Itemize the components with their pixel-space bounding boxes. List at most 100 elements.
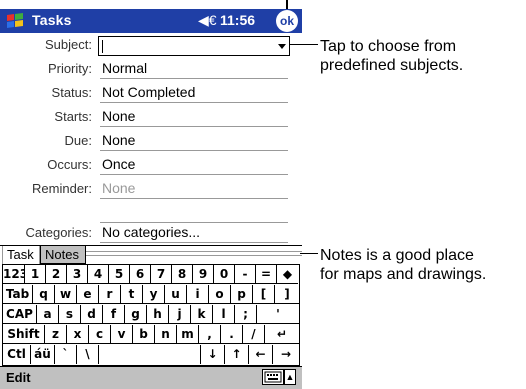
- subject-callout: Tap to choose from predefined subjects.: [320, 37, 463, 75]
- keyboard-row-4: Shift z x c v b n m , . / ↵: [3, 325, 299, 345]
- key-x[interactable]: x: [67, 325, 89, 344]
- status-row[interactable]: Status: Not Completed: [0, 82, 302, 104]
- key-w[interactable]: w: [55, 285, 77, 304]
- tab-divider: [86, 251, 302, 252]
- arrow-up-icon[interactable]: ↑: [225, 345, 249, 364]
- status-value[interactable]: Not Completed: [102, 84, 195, 100]
- key-apostrophe[interactable]: ': [257, 305, 299, 324]
- key-international[interactable]: áü: [31, 345, 55, 364]
- edit-menu[interactable]: Edit: [6, 370, 31, 385]
- key-tab[interactable]: Tab: [3, 285, 33, 304]
- ok-button[interactable]: ok: [276, 10, 298, 32]
- subject-callout-line-1: Tap to choose from: [320, 38, 457, 55]
- key-j[interactable]: j: [169, 305, 191, 324]
- key-l[interactable]: l: [213, 305, 235, 324]
- occurs-row[interactable]: Occurs: Once: [0, 154, 302, 176]
- key-123[interactable]: 123: [3, 265, 25, 284]
- arrow-right-icon[interactable]: →: [273, 345, 299, 364]
- starts-value[interactable]: None: [102, 108, 135, 124]
- subject-row: Subject:: [0, 34, 302, 56]
- key-g[interactable]: g: [125, 305, 147, 324]
- starts-row[interactable]: Starts: None: [0, 106, 302, 128]
- key-t[interactable]: t: [121, 285, 143, 304]
- backspace-icon[interactable]: ◆: [277, 265, 298, 284]
- key-8[interactable]: 8: [172, 265, 193, 284]
- key-period[interactable]: .: [221, 325, 243, 344]
- priority-value[interactable]: Normal: [102, 60, 147, 76]
- due-value[interactable]: None: [102, 132, 135, 148]
- key-caps[interactable]: CAP: [3, 305, 37, 324]
- field-underline: [100, 102, 288, 103]
- key-semicolon[interactable]: ;: [235, 305, 257, 324]
- keyboard-row-5: Ctl áü ` \ ↓ ↑ ← →: [3, 345, 299, 365]
- key-slash[interactable]: /: [243, 325, 265, 344]
- tab-task[interactable]: Task: [2, 246, 40, 264]
- key-9[interactable]: 9: [193, 265, 214, 284]
- key-7[interactable]: 7: [151, 265, 172, 284]
- key-equals[interactable]: =: [256, 265, 277, 284]
- notes-callout-line: [300, 253, 318, 254]
- tab-notes[interactable]: Notes: [40, 246, 86, 264]
- speaker-icon[interactable]: ◀€: [198, 12, 217, 29]
- text-caret: [102, 40, 103, 53]
- key-h[interactable]: h: [147, 305, 169, 324]
- key-c[interactable]: c: [89, 325, 111, 344]
- key-minus[interactable]: -: [235, 265, 256, 284]
- key-z[interactable]: z: [45, 325, 67, 344]
- key-b[interactable]: b: [133, 325, 155, 344]
- key-i[interactable]: i: [187, 285, 209, 304]
- key-q[interactable]: q: [33, 285, 55, 304]
- keyboard-icon[interactable]: [262, 369, 284, 385]
- key-5[interactable]: 5: [109, 265, 130, 284]
- key-2[interactable]: 2: [46, 265, 67, 284]
- key-u[interactable]: u: [165, 285, 187, 304]
- priority-row[interactable]: Priority: Normal: [0, 58, 302, 80]
- key-3[interactable]: 3: [67, 265, 88, 284]
- reminder-value[interactable]: None: [102, 180, 135, 196]
- arrow-left-icon[interactable]: ←: [249, 345, 273, 364]
- key-4[interactable]: 4: [88, 265, 109, 284]
- key-r[interactable]: r: [99, 285, 121, 304]
- key-f[interactable]: f: [103, 305, 125, 324]
- key-e[interactable]: e: [77, 285, 99, 304]
- field-underline: [100, 78, 288, 79]
- key-n[interactable]: n: [155, 325, 177, 344]
- reminder-row[interactable]: Reminder: None: [0, 178, 302, 200]
- field-underline: [100, 174, 288, 175]
- arrow-down-icon[interactable]: ↓: [201, 345, 225, 364]
- key-6[interactable]: 6: [130, 265, 151, 284]
- key-close-bracket[interactable]: ]: [275, 285, 299, 304]
- enter-icon[interactable]: ↵: [265, 325, 299, 344]
- key-a[interactable]: a: [37, 305, 59, 324]
- windows-start-icon[interactable]: [4, 12, 26, 30]
- key-shift[interactable]: Shift: [3, 325, 45, 344]
- field-underline: [100, 150, 288, 151]
- app-title: Tasks: [32, 12, 72, 28]
- dropdown-arrow-icon[interactable]: [278, 44, 286, 49]
- key-backslash[interactable]: \: [77, 345, 99, 364]
- key-y[interactable]: y: [143, 285, 165, 304]
- key-0[interactable]: 0: [214, 265, 235, 284]
- key-open-bracket[interactable]: [: [253, 285, 275, 304]
- key-comma[interactable]: ,: [199, 325, 221, 344]
- due-row[interactable]: Due: None: [0, 130, 302, 152]
- input-selector-arrow-icon[interactable]: ▲: [284, 369, 296, 385]
- key-m[interactable]: m: [177, 325, 199, 344]
- tab-divider: [86, 255, 302, 256]
- key-p[interactable]: p: [231, 285, 253, 304]
- occurs-value[interactable]: Once: [102, 156, 135, 172]
- key-s[interactable]: s: [59, 305, 81, 324]
- key-o[interactable]: o: [209, 285, 231, 304]
- subject-combobox[interactable]: [98, 36, 290, 56]
- key-v[interactable]: v: [111, 325, 133, 344]
- clock[interactable]: 11:56: [220, 12, 255, 28]
- tab-strip: Task Notes: [0, 245, 302, 266]
- categories-row[interactable]: Categories: No categories...: [0, 222, 302, 244]
- key-d[interactable]: d: [81, 305, 103, 324]
- categories-value[interactable]: No categories...: [102, 224, 200, 240]
- key-space[interactable]: [99, 345, 201, 364]
- key-1[interactable]: 1: [25, 265, 46, 284]
- key-k[interactable]: k: [191, 305, 213, 324]
- key-ctl[interactable]: Ctl: [3, 345, 31, 364]
- key-backtick[interactable]: `: [55, 345, 77, 364]
